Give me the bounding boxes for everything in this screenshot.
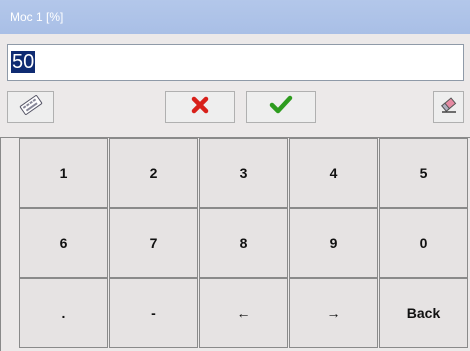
key-decimal[interactable]: .: [19, 278, 108, 348]
cancel-button[interactable]: [165, 91, 235, 123]
key-0[interactable]: 0: [379, 208, 468, 278]
key-right-arrow[interactable]: →: [289, 278, 378, 348]
selected-value-text: 50: [11, 51, 36, 73]
dialog-title: Moc 1 [%]: [0, 0, 470, 34]
key-4[interactable]: 4: [289, 138, 378, 208]
red-x-icon: [190, 95, 210, 120]
key-3[interactable]: 3: [199, 138, 288, 208]
key-8[interactable]: 8: [199, 208, 288, 278]
key-left-arrow[interactable]: ←: [199, 278, 288, 348]
clear-button[interactable]: [433, 91, 464, 123]
key-2[interactable]: 2: [109, 138, 198, 208]
key-9[interactable]: 9: [289, 208, 378, 278]
key-7[interactable]: 7: [109, 208, 198, 278]
key-5[interactable]: 5: [379, 138, 468, 208]
key-1[interactable]: 1: [19, 138, 108, 208]
key-6[interactable]: 6: [19, 208, 108, 278]
key-backspace[interactable]: Back: [379, 278, 468, 348]
keyboard-icon: [19, 94, 43, 120]
value-input[interactable]: 50: [7, 44, 464, 81]
eraser-icon: [439, 95, 459, 120]
confirm-button[interactable]: [246, 91, 316, 123]
key-minus[interactable]: -: [109, 278, 198, 348]
green-check-icon: [269, 95, 293, 120]
keyboard-button[interactable]: [7, 91, 54, 123]
numeric-keypad: 1 2 3 4 5 6 7 8 9 0 . - ← → Back: [0, 137, 470, 351]
